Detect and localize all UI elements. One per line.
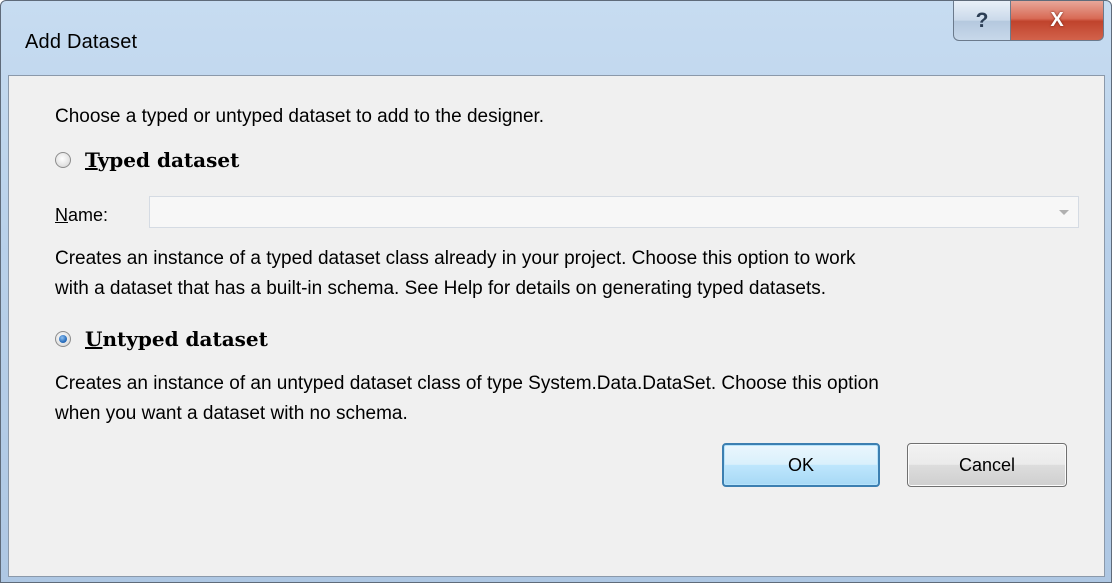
typed-access-key: T	[85, 148, 98, 172]
untyped-description-line-1: Creates an instance of an untyped datase…	[55, 373, 879, 394]
help-button[interactable]: ?	[953, 1, 1011, 41]
intro-text: Choose a typed or untyped dataset to add…	[55, 106, 545, 127]
close-button[interactable]: X	[1011, 1, 1104, 41]
close-icon: X	[1050, 9, 1064, 31]
title-bar[interactable]: Add Dataset ? X	[1, 1, 1111, 75]
ok-button[interactable]: OK	[722, 443, 880, 487]
name-label-rest: ame:	[68, 205, 109, 225]
typed-label-rest: yped dataset	[97, 148, 240, 172]
untyped-access-key: U	[85, 327, 103, 351]
cancel-button[interactable]: Cancel	[907, 443, 1067, 487]
typed-radio-circle[interactable]	[55, 152, 71, 168]
name-combobox[interactable]	[149, 196, 1079, 228]
untyped-description-line-2: when you want a dataset with no schema.	[55, 403, 408, 424]
typed-dataset-radio[interactable]: Typed dataset	[55, 148, 239, 172]
chevron-down-icon[interactable]	[1059, 210, 1069, 215]
caption-buttons: ? X	[953, 1, 1104, 41]
typed-description-line-1: Creates an instance of a typed dataset c…	[55, 248, 856, 269]
help-icon: ?	[975, 8, 989, 32]
add-dataset-dialog: Add Dataset ? X Choose a typed or untype…	[0, 0, 1112, 583]
untyped-dataset-label[interactable]: Untyped dataset	[85, 327, 268, 351]
name-access-key: N	[55, 205, 68, 225]
typed-dataset-label[interactable]: Typed dataset	[85, 148, 239, 172]
dialog-body: Choose a typed or untyped dataset to add…	[8, 75, 1105, 577]
untyped-label-rest: ntyped dataset	[102, 327, 268, 351]
typed-description: Creates an instance of a typed dataset c…	[55, 244, 1085, 304]
untyped-dataset-radio[interactable]: Untyped dataset	[55, 327, 268, 351]
window-title: Add Dataset	[25, 31, 138, 53]
untyped-description: Creates an instance of an untyped datase…	[55, 369, 1085, 429]
name-label: Name:	[55, 205, 108, 226]
untyped-radio-circle[interactable]	[55, 331, 71, 347]
typed-description-line-2: with a dataset that has a built-in schem…	[55, 278, 827, 299]
radio-selected-dot	[59, 335, 67, 343]
